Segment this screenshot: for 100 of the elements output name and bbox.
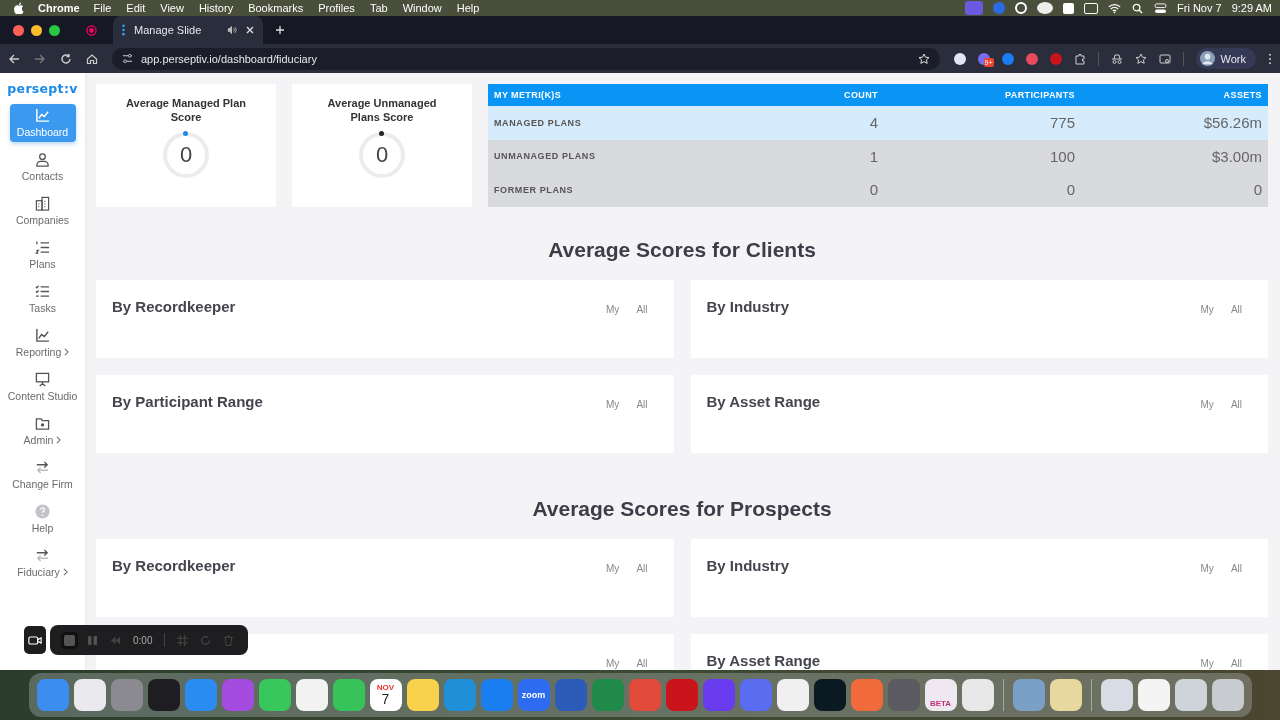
logo: persept:v [7,81,78,96]
more-icon[interactable] [1268,52,1272,65]
star-icon[interactable] [1134,52,1147,65]
app-icon[interactable] [258,679,291,711]
app-icon[interactable] [813,679,846,711]
puzzle-icon[interactable] [1073,52,1086,65]
extension-icon[interactable] [953,52,966,65]
sidebar-item[interactable]: Dashboard [9,104,76,142]
back-icon[interactable] [8,52,20,65]
app-icon[interactable] [776,679,809,711]
cloud-icon[interactable] [1037,2,1053,14]
sidebar-item[interactable]: Fiduciary [9,544,76,582]
control-center-icon[interactable] [1154,2,1167,14]
menu-item[interactable]: View [160,2,184,14]
app-icon[interactable] [961,679,994,711]
close-window-button[interactable] [13,24,24,36]
table-cell-text: $3.00m [1210,147,1262,165]
menu-item[interactable]: Profiles [318,2,355,14]
app-icon[interactable] [1211,679,1244,711]
app-icon[interactable] [73,679,106,711]
app-icon[interactable] [332,679,365,711]
wifi-icon[interactable] [1108,2,1121,14]
sidebar-item[interactable]: Content Studio [9,368,76,406]
filter-link[interactable]: All [636,398,648,410]
filter-link[interactable]: All [636,657,648,669]
filter-link[interactable]: My [1200,303,1214,315]
search-icon[interactable] [1131,2,1144,14]
menu-item[interactable]: History [198,2,234,14]
menu-item[interactable]: Bookmarks [248,2,304,14]
forward-icon[interactable] [34,52,46,65]
app-icon[interactable] [1100,679,1133,711]
pause-icon[interactable] [87,634,98,646]
menu-item[interactable]: Chrome [38,2,80,14]
sidebar-item[interactable]: Plans [9,236,76,274]
app-icon[interactable] [1174,679,1207,711]
table-row[interactable]: UNMANAGED PLANS 1 100 $3.00m [488,139,1268,174]
filter-link[interactable]: All [1230,562,1242,574]
app-icon[interactable] [406,679,439,711]
minimize-window-button[interactable] [31,24,42,36]
presentation-icon [35,372,50,387]
filter-link[interactable]: My [1200,398,1214,410]
menu-bar-clock: 9:29 AM [1231,2,1272,14]
tab-search-icon[interactable] [1158,52,1171,65]
filter-link[interactable]: My [606,562,620,574]
status-icon[interactable] [1063,2,1074,14]
sidebar-item[interactable]: Admin [9,412,76,450]
new-tab-icon[interactable] [275,25,285,35]
filter-link[interactable]: My [1200,657,1214,669]
app-icon[interactable] [295,679,328,711]
browser-tab[interactable]: Manage Slide [113,16,263,44]
site-settings-icon[interactable] [122,53,133,64]
restart-icon[interactable] [200,634,212,646]
sidebar-item[interactable]: Companies [9,192,76,230]
close-icon[interactable] [245,25,255,35]
filter-link[interactable]: All [636,562,648,574]
chevron-right-icon [64,348,70,356]
apple-icon[interactable] [14,2,24,14]
sidebar-item[interactable]: Tasks [9,280,76,318]
status-icon[interactable] [1015,2,1027,14]
menu-item[interactable]: Window [402,2,442,14]
menu-item[interactable]: Help [456,2,480,14]
filter-link[interactable]: All [636,303,648,315]
table-row[interactable]: FORMER PLANS 0 0 0 [488,173,1268,207]
sidebar-item[interactable]: Change Firm [9,456,76,494]
filter-link[interactable]: All [1230,303,1242,315]
sidebar-item[interactable]: Reporting [9,324,76,362]
status-icon[interactable] [1084,2,1098,14]
filter-link[interactable]: My [1200,562,1214,574]
speaker-icon[interactable] [227,25,237,35]
bookmark-star-icon[interactable] [917,52,930,65]
profile-button[interactable]: Work [1195,48,1256,69]
table-row[interactable]: MANAGED PLANS 4 775 $56.26m [488,106,1268,140]
building-icon [35,196,50,211]
app-icon[interactable] [1049,679,1082,711]
score-title: Average Unmanaged Plans Score [326,96,438,124]
sidebar-item[interactable]: Help [9,500,76,538]
filter-link[interactable]: My [606,657,620,669]
filter-link[interactable]: My [606,303,620,315]
calendar-app-icon[interactable]: NOV 7 [369,679,402,711]
card-title: By Recordkeeper [112,556,236,574]
menu-item[interactable]: Tab [369,2,388,14]
app-icon[interactable] [1137,679,1170,711]
reload-icon[interactable] [60,52,72,65]
filter-link[interactable]: All [1230,657,1242,669]
camera-button[interactable] [24,626,46,654]
app-icon[interactable]: BETA [924,679,957,711]
address-bar[interactable]: app.perseptiv.io/dashboard/fiduciary [112,47,940,70]
sidebar-item[interactable]: Contacts [9,148,76,186]
menu-item[interactable]: File [93,2,112,14]
card-title: By Asset Range [706,392,821,410]
app-icon[interactable] [147,679,180,711]
app-icon[interactable]: zoom [517,679,550,711]
filter-link[interactable]: All [1230,398,1242,410]
incognito-icon[interactable] [1110,52,1123,65]
filter-link[interactable]: My [606,398,620,410]
menu-item[interactable]: Edit [126,2,146,14]
home-icon[interactable] [86,52,98,65]
record-icon[interactable] [86,24,97,36]
zoom-window-button[interactable] [49,24,60,36]
stop-button[interactable] [64,634,75,646]
